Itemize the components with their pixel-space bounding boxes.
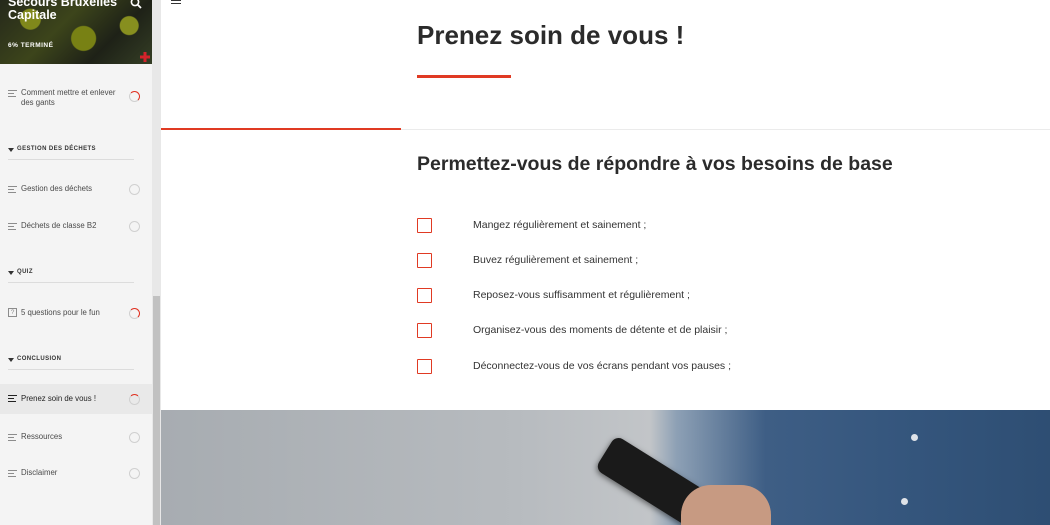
lesson-item-prenez-soin[interactable]: Prenez soin de vous !: [0, 384, 152, 414]
lesson-progress-fill: [161, 128, 401, 130]
checklist-text: Buvez régulièrement et sainement ;: [473, 254, 639, 266]
checkbox[interactable]: [417, 359, 432, 374]
checkbox[interactable]: [417, 323, 432, 338]
section-conclusion[interactable]: CONCLUSION: [8, 356, 134, 370]
search-icon[interactable]: [130, 0, 142, 9]
quiz-icon: ?: [8, 308, 17, 317]
scrollbar-thumb[interactable]: [153, 296, 160, 525]
caret-down-icon: [8, 148, 14, 152]
caret-down-icon: [8, 358, 14, 362]
checkbox[interactable]: [417, 288, 432, 303]
lesson-item-disclaimer[interactable]: Disclaimer: [0, 466, 152, 484]
shirt-button: [901, 498, 908, 505]
progress-ring-icon: [129, 221, 140, 232]
lesson-label: Déchets de classe B2: [21, 221, 97, 230]
lesson-photo: [161, 410, 1050, 525]
checklist-item[interactable]: Déconnectez-vous de vos écrans pendant v…: [417, 359, 1017, 375]
progress-ring-icon: [129, 432, 140, 443]
lesson-item-gestion-dechets[interactable]: Gestion des déchets: [0, 182, 152, 200]
page: Secours Bruxelles Capitale 6% TERMINÉ Co…: [0, 0, 1050, 525]
checklist-text: Mangez régulièrement et sainement ;: [473, 219, 647, 231]
lesson-icon: [8, 434, 17, 443]
checklist-item[interactable]: Organisez-vous des moments de détente et…: [417, 323, 1017, 339]
caret-down-icon: [8, 271, 14, 275]
checklist-item[interactable]: Reposez-vous suffisamment et régulièreme…: [417, 288, 1017, 304]
section-title: CONCLUSION: [17, 356, 62, 362]
course-banner: Secours Bruxelles Capitale 6% TERMINÉ: [0, 0, 152, 64]
progress-ring-icon: [129, 184, 140, 195]
sidebar-scrollbar[interactable]: [152, 0, 161, 525]
red-cross-icon: [140, 52, 150, 62]
checklist-text: Organisez-vous des moments de détente et…: [473, 324, 728, 336]
section-title: GESTION DES DÉCHETS: [17, 146, 96, 152]
lesson-label: Ressources: [21, 432, 63, 441]
lesson-icon: [8, 90, 17, 99]
section-quiz[interactable]: QUIZ: [8, 269, 134, 283]
lesson-icon: [8, 223, 17, 232]
course-progress: 6% TERMINÉ: [8, 42, 54, 49]
hamburger-icon[interactable]: [171, 0, 181, 6]
checklist-item[interactable]: Buvez régulièrement et sainement ;: [417, 253, 1017, 269]
section-heading: Permettez-vous de répondre à vos besoins…: [417, 153, 893, 175]
lesson-icon: [8, 186, 17, 195]
lesson-label: Gestion des déchets: [21, 184, 93, 193]
section-title: QUIZ: [17, 269, 33, 275]
progress-ring-icon: [129, 308, 140, 319]
lesson-item-ressources[interactable]: Ressources: [0, 430, 152, 448]
title-underline: [417, 75, 511, 78]
lesson-label: Disclaimer: [21, 468, 58, 477]
lesson-label: 5 questions pour le fun: [21, 308, 100, 317]
lesson-content: Prenez soin de vous ! Permettez-vous de …: [161, 0, 1050, 525]
lesson-label: Prenez soin de vous !: [21, 394, 96, 403]
shirt-button: [911, 434, 918, 441]
lesson-item-gants[interactable]: Comment mettre et enlever des gants: [0, 86, 152, 112]
checkbox[interactable]: [417, 218, 432, 233]
section-gestion-dechets[interactable]: GESTION DES DÉCHETS: [8, 146, 134, 160]
checklist-text: Reposez-vous suffisamment et régulièreme…: [473, 289, 690, 301]
checklist-text: Déconnectez-vous de vos écrans pendant v…: [473, 360, 731, 372]
page-title: Prenez soin de vous !: [417, 20, 685, 50]
checkbox[interactable]: [417, 253, 432, 268]
lesson-item-quiz[interactable]: ? 5 questions pour le fun: [0, 306, 152, 324]
lesson-icon: [8, 470, 17, 479]
hand-image: [681, 485, 771, 525]
course-sidebar: Secours Bruxelles Capitale 6% TERMINÉ Co…: [0, 0, 152, 525]
lesson-label: Comment mettre et enlever des gants: [21, 88, 116, 107]
progress-ring-icon: [129, 394, 140, 405]
lesson-icon: [8, 395, 17, 404]
course-title[interactable]: Secours Bruxelles Capitale: [8, 0, 128, 22]
checklist-item[interactable]: Mangez régulièrement et sainement ;: [417, 218, 1017, 234]
progress-ring-icon: [129, 91, 140, 102]
lesson-item-dechets-b2[interactable]: Déchets de classe B2: [0, 219, 152, 237]
progress-ring-icon: [129, 468, 140, 479]
